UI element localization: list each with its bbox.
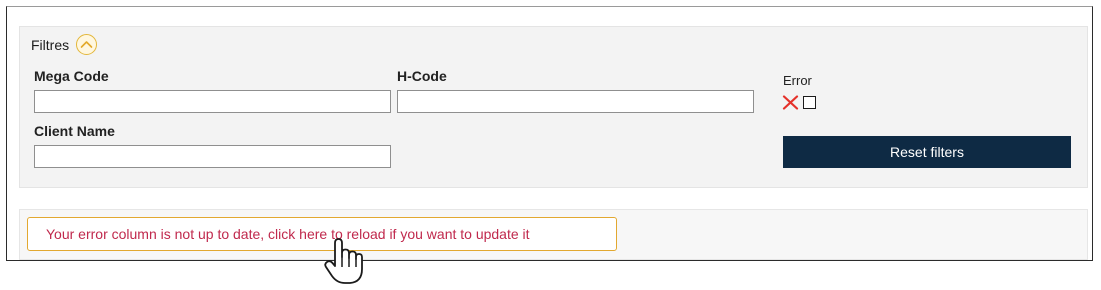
clear-error-filter-button[interactable] bbox=[782, 95, 799, 115]
error-checkbox[interactable] bbox=[803, 96, 816, 109]
filters-container: Filtres Mega Code H-Code Client Name Err… bbox=[6, 6, 1093, 261]
filters-panel: Filtres Mega Code H-Code Client Name Err… bbox=[19, 26, 1088, 188]
hand-pointer-icon bbox=[324, 238, 363, 284]
filters-header: Filtres bbox=[31, 34, 98, 55]
notice-panel: Your error column is not up to date, cli… bbox=[19, 209, 1088, 260]
filters-title: Filtres bbox=[31, 36, 70, 53]
reset-filters-button[interactable]: Reset filters bbox=[783, 136, 1071, 168]
reload-notice-text: Your error column is not up to date, cli… bbox=[46, 226, 530, 242]
client-name-input[interactable] bbox=[34, 145, 391, 168]
mega-code-input[interactable] bbox=[34, 90, 391, 113]
error-filter-label: Error bbox=[783, 73, 812, 88]
chevron-up-icon bbox=[80, 41, 93, 48]
h-code-input[interactable] bbox=[397, 90, 754, 113]
collapse-filters-button[interactable] bbox=[76, 34, 98, 55]
x-icon bbox=[782, 95, 799, 110]
client-name-label: Client Name bbox=[34, 123, 115, 139]
h-code-label: H-Code bbox=[397, 68, 447, 84]
mega-code-label: Mega Code bbox=[34, 68, 109, 84]
